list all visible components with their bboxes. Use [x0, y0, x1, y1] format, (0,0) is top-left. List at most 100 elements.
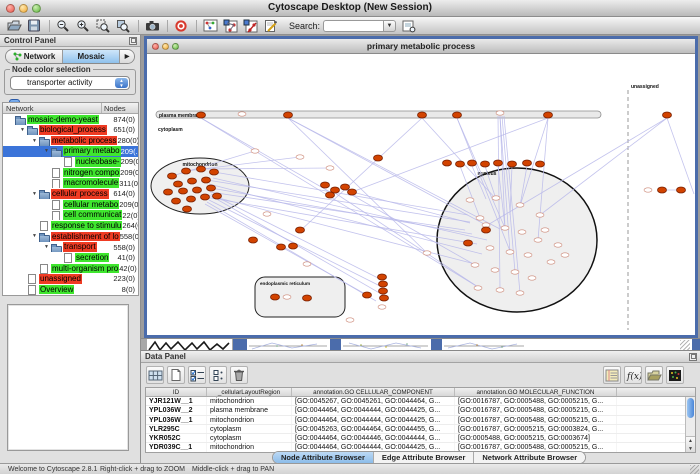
graph-node[interactable]: [277, 244, 286, 250]
tree-row[interactable]: response to stimulu264(0): [3, 220, 138, 231]
zoom-out-icon[interactable]: [54, 18, 72, 34]
graph-node[interactable]: [284, 112, 293, 118]
zoom-button[interactable]: [32, 4, 41, 13]
graph-node[interactable]: [172, 198, 181, 204]
destroy-network-icon[interactable]: [241, 18, 259, 34]
graph-node[interactable]: [164, 189, 173, 195]
tree-row[interactable]: nucleobase-209(0): [3, 157, 138, 168]
tab-mosaic[interactable]: Mosaic: [63, 50, 120, 63]
float-panel-icon[interactable]: [129, 37, 137, 45]
graph-node[interactable]: [296, 227, 305, 233]
graph-node[interactable]: [508, 161, 517, 167]
graph-node[interactable]: [182, 168, 191, 174]
scrollbar-thumb[interactable]: [687, 398, 694, 418]
tree-row[interactable]: macromolecule311(0): [3, 178, 138, 189]
graph-node[interactable]: [271, 294, 280, 300]
graph-node[interactable]: [663, 112, 672, 118]
network-canvas[interactable]: plasma membranecytoplasmmitochondrionnuc…: [147, 54, 695, 335]
network-overview-icon[interactable]: [201, 18, 219, 34]
tree-row[interactable]: ▼biological_process651(0): [3, 125, 138, 136]
delete-attribute-trash-icon[interactable]: [230, 366, 248, 384]
import-attributes-folder-icon[interactable]: [645, 366, 663, 384]
graph-node[interactable]: [468, 160, 477, 166]
graph-node[interactable]: [210, 169, 219, 175]
network-view-titlebar[interactable]: primary metabolic process: [147, 39, 695, 54]
graph-node[interactable]: [536, 161, 545, 167]
create-network-icon[interactable]: [221, 18, 239, 34]
graph-node[interactable]: [321, 182, 330, 188]
table-row[interactable]: YPL036W__2plasma membrane[GO:0044464, GO…: [146, 406, 695, 415]
graph-node[interactable]: [213, 193, 222, 199]
graph-node[interactable]: [193, 187, 202, 193]
expand-arrow-icon[interactable]: ▼: [42, 148, 51, 154]
zoom-selected-icon[interactable]: [114, 18, 132, 34]
tree-row[interactable]: ▼transport558(0): [3, 242, 138, 253]
graph-node[interactable]: [379, 281, 388, 287]
resize-grip-icon[interactable]: [680, 340, 690, 350]
graph-node[interactable]: [418, 112, 427, 118]
tree-row[interactable]: Overview8(0): [3, 284, 138, 295]
expand-arrow-icon[interactable]: ▼: [30, 191, 39, 197]
view-zoom-button[interactable]: [172, 43, 179, 50]
graph-node[interactable]: [202, 177, 211, 183]
graph-node[interactable]: [677, 187, 686, 193]
birds-eye-view[interactable]: [7, 304, 129, 451]
save-session-icon[interactable]: [25, 18, 43, 34]
new-attribute-icon[interactable]: [167, 366, 185, 384]
float-panel-icon[interactable]: [689, 353, 697, 361]
tab-node-attribute-browser[interactable]: Node Attribute Browser: [273, 452, 374, 463]
expand-arrow-icon[interactable]: ▼: [30, 138, 39, 144]
search-input[interactable]: [323, 20, 383, 32]
graph-node[interactable]: [378, 274, 387, 280]
zoom-in-icon[interactable]: [74, 18, 92, 34]
minimize-button[interactable]: [19, 4, 28, 13]
formula-fx-icon[interactable]: f(x): [624, 366, 642, 384]
expand-arrow-icon[interactable]: ▼: [18, 127, 27, 133]
tree-row[interactable]: secretion41(0): [3, 252, 138, 263]
tree-row[interactable]: unassigned223(0): [3, 274, 138, 285]
graph-node[interactable]: [197, 166, 206, 172]
graph-node[interactable]: [201, 194, 210, 200]
graph-node[interactable]: [482, 227, 491, 233]
tree-row[interactable]: ▼metabolic process280(0): [3, 135, 138, 146]
graph-node[interactable]: [374, 155, 383, 161]
unselect-attributes-icon[interactable]: [209, 366, 227, 384]
tree-row[interactable]: cell communicat22(0): [3, 210, 138, 221]
tree-row[interactable]: cellular metabo209(0): [3, 199, 138, 210]
node-color-combobox[interactable]: transporter activity ▲▼: [10, 76, 130, 90]
search-dropdown-arrow-icon[interactable]: ▼: [383, 20, 396, 32]
graph-node[interactable]: [481, 161, 490, 167]
graph-node[interactable]: [379, 288, 388, 294]
graph-node[interactable]: [207, 185, 216, 191]
tab-network[interactable]: Network: [6, 50, 63, 63]
close-button[interactable]: [6, 4, 15, 13]
matrix-heatmap-icon[interactable]: [666, 366, 684, 384]
tree-row[interactable]: mosaic-demo-yeast874(0): [3, 114, 138, 125]
graph-node[interactable]: [464, 240, 473, 246]
tree-row[interactable]: ▼cellular process614(0): [3, 188, 138, 199]
graph-node[interactable]: [523, 160, 532, 166]
graph-node[interactable]: [456, 161, 465, 167]
annotation-icon[interactable]: [261, 18, 279, 34]
view-close-button[interactable]: [152, 43, 159, 50]
notes-icon[interactable]: [603, 366, 621, 384]
tree-row[interactable]: multi-organism pro42(0): [3, 263, 138, 274]
graph-node[interactable]: [289, 243, 298, 249]
attribute-table-icon[interactable]: [146, 366, 164, 384]
graph-node[interactable]: [341, 184, 350, 190]
graph-node[interactable]: [326, 192, 335, 198]
graph-node[interactable]: [174, 181, 183, 187]
table-row[interactable]: YPL036W__1mitochondrion[GO:0044464, GO:0…: [146, 416, 695, 425]
graph-node[interactable]: [179, 188, 188, 194]
table-scrollbar[interactable]: ▲▼: [685, 397, 695, 452]
tab-overflow-arrow-icon[interactable]: ▶: [120, 50, 134, 63]
tree-row[interactable]: ▼establishment of lo558(0): [3, 231, 138, 242]
graph-node[interactable]: [453, 112, 462, 118]
expand-arrow-icon[interactable]: ▼: [30, 233, 39, 239]
table-row[interactable]: YLR295Ccytoplasm[GO:0045263, GO:0044464,…: [146, 425, 695, 434]
zoom-fit-icon[interactable]: [94, 18, 112, 34]
tab-edge-attribute-browser[interactable]: Edge Attribute Browser: [374, 452, 474, 463]
tab-network-attribute-browser[interactable]: Network Attribute Browser: [474, 452, 585, 463]
table-row[interactable]: YKR052Ccytoplasm[GO:0044464, GO:0044446,…: [146, 434, 695, 443]
graph-node[interactable]: [303, 295, 312, 301]
